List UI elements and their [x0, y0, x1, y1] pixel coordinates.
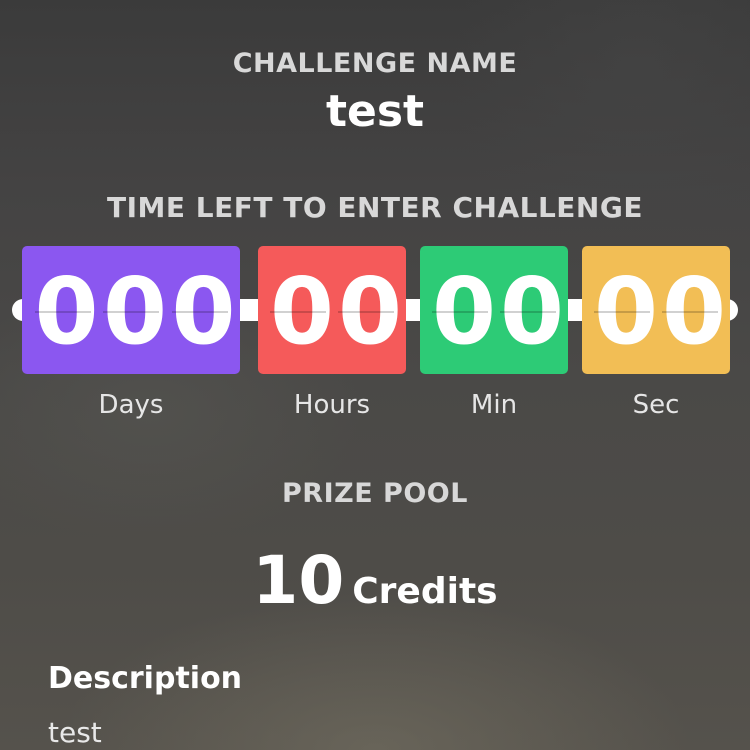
seconds-counter: 0 0	[582, 246, 730, 374]
days-counter: 0 0 0	[22, 246, 240, 374]
minutes-digit: 0	[432, 258, 497, 365]
challenge-name: test	[325, 86, 425, 137]
seconds-label: Sec	[632, 390, 680, 420]
description-text: test	[48, 716, 102, 749]
hours-counter: 0 0	[258, 246, 406, 374]
prize-amount: 10	[252, 542, 345, 619]
days-label: Days	[98, 390, 164, 420]
description-label: Description	[48, 661, 243, 696]
days-digit: 0	[34, 258, 99, 365]
hours-digit: 0	[270, 258, 335, 365]
time-left-label: TIME LEFT TO ENTER CHALLENGE	[107, 191, 643, 224]
seconds-digit: 0	[662, 258, 727, 365]
days-digit: 0	[171, 258, 236, 365]
days-digit: 0	[103, 258, 168, 365]
prize-pool-label: PRIZE POOL	[282, 478, 468, 509]
hours-digit: 0	[338, 258, 403, 365]
countdown-timer: 0 0 0 0 0 0 0 0 0	[0, 246, 750, 376]
prize-unit: Credits	[352, 571, 498, 612]
minutes-counter: 0 0	[420, 246, 568, 374]
minutes-digit: 0	[500, 258, 565, 365]
seconds-digit: 0	[594, 258, 659, 365]
hours-label: Hours	[293, 390, 371, 420]
challenge-name-label: CHALLENGE NAME	[232, 48, 518, 79]
minutes-label: Min	[470, 390, 518, 420]
prize-pool-value: 10 Credits	[0, 542, 750, 619]
